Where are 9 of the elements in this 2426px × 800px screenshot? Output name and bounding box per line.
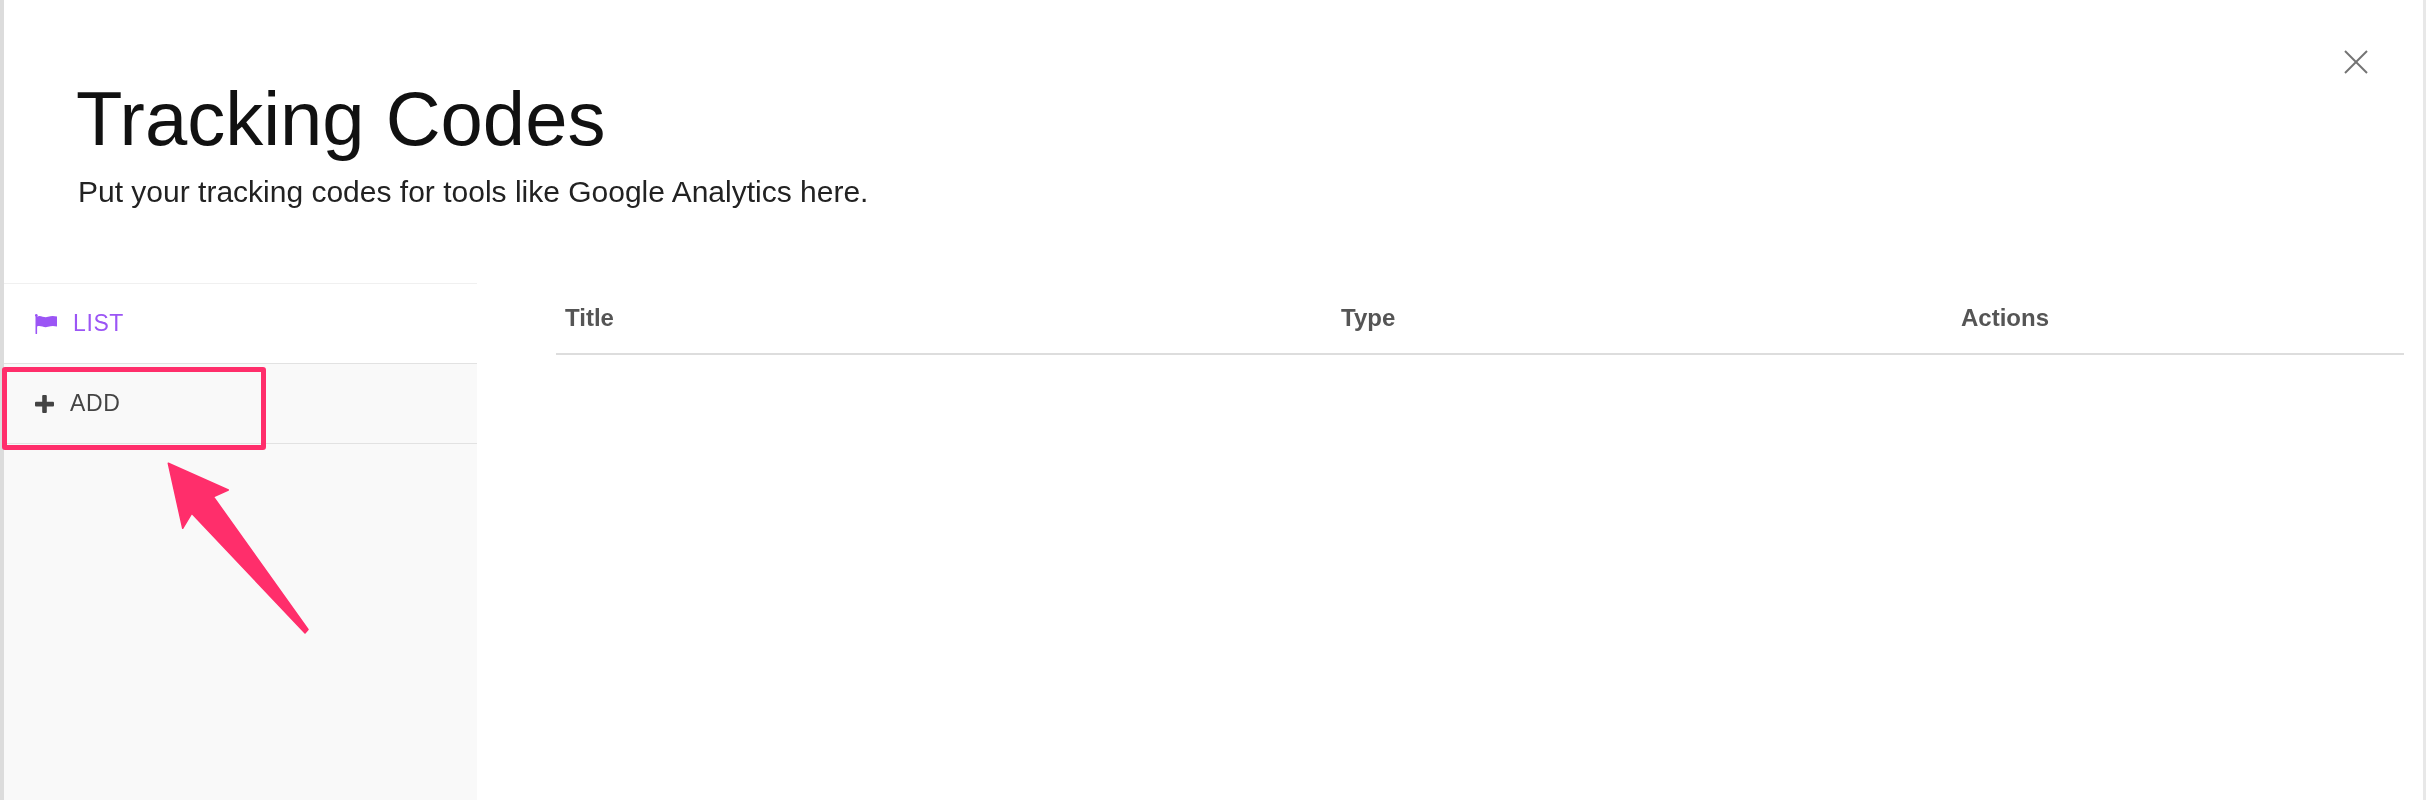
column-header: Title bbox=[564, 304, 615, 332]
sidebar-item[interactable]: LIST bbox=[4, 284, 477, 364]
plus-icon bbox=[35, 394, 54, 413]
close-icon bbox=[2344, 50, 2368, 74]
column-header: Actions bbox=[1960, 304, 2050, 332]
close-button[interactable] bbox=[2344, 50, 2368, 74]
dialog-subtitle: Put your tracking codes for tools like Google Analytics here. bbox=[78, 177, 869, 207]
column-header: Type bbox=[1340, 304, 1397, 332]
flag-icon bbox=[35, 313, 57, 334]
